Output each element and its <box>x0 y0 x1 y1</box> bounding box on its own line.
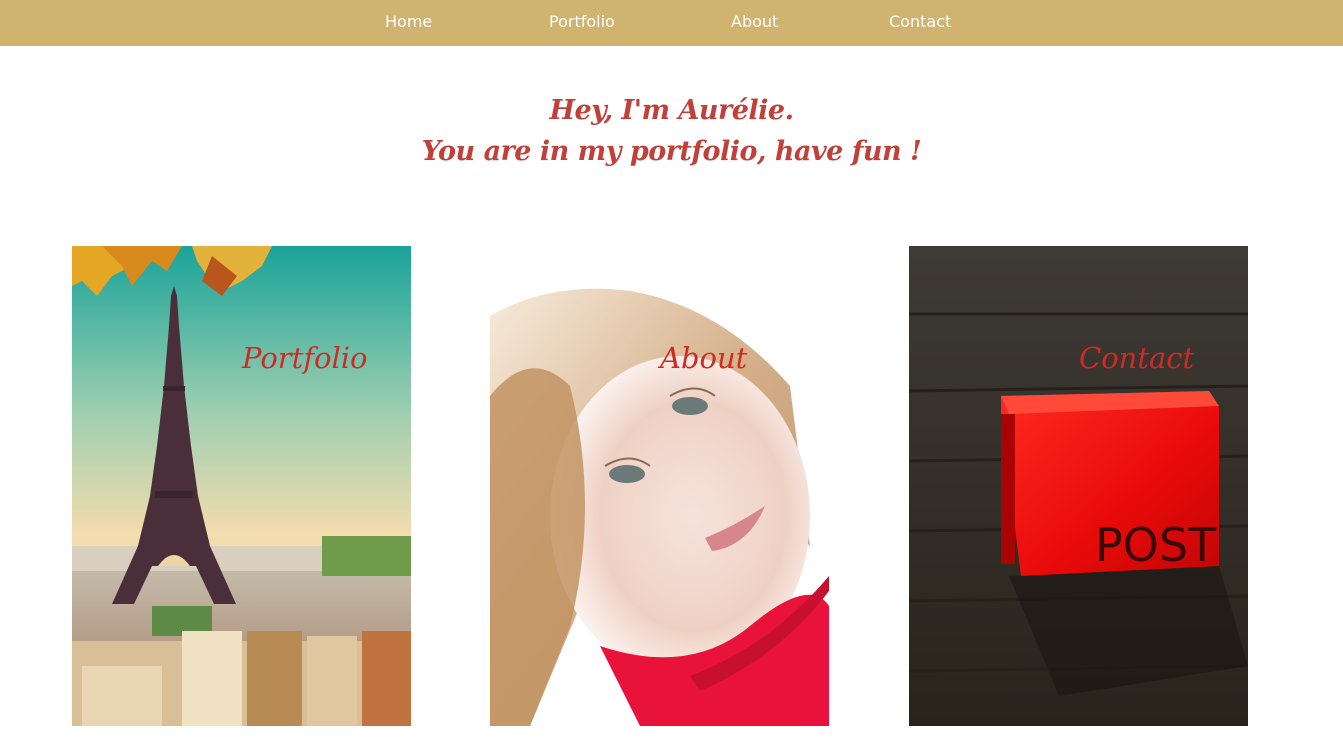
top-navbar: Home Portfolio About Contact <box>0 0 1343 46</box>
eiffel-tower-photo <box>72 246 411 726</box>
portfolio-card[interactable]: Portfolio <box>72 246 411 726</box>
nav-link-portfolio[interactable]: Portfolio <box>549 12 615 32</box>
hero-line-1: Hey, I'm Aurélie. <box>549 95 794 126</box>
red-mailbox-photo: POST <box>909 246 1248 726</box>
portfolio-card-label: Portfolio <box>242 341 368 375</box>
nav-link-contact[interactable]: Contact <box>889 12 951 32</box>
nav-link-home[interactable]: Home <box>385 12 432 32</box>
hero-greeting: Hey, I'm Aurélie. You are in my portfoli… <box>0 90 1343 172</box>
contact-card-label: Contact <box>1079 341 1195 375</box>
hero-line-2: You are in my portfolio, have fun ! <box>421 136 922 167</box>
contact-card[interactable]: POST Contact <box>909 246 1248 726</box>
nav-link-about[interactable]: About <box>731 12 778 32</box>
about-card-label: About <box>660 341 748 375</box>
portrait-photo <box>490 246 829 726</box>
about-card[interactable]: About <box>490 246 829 726</box>
mailbox-post-text: POST <box>1095 518 1217 572</box>
